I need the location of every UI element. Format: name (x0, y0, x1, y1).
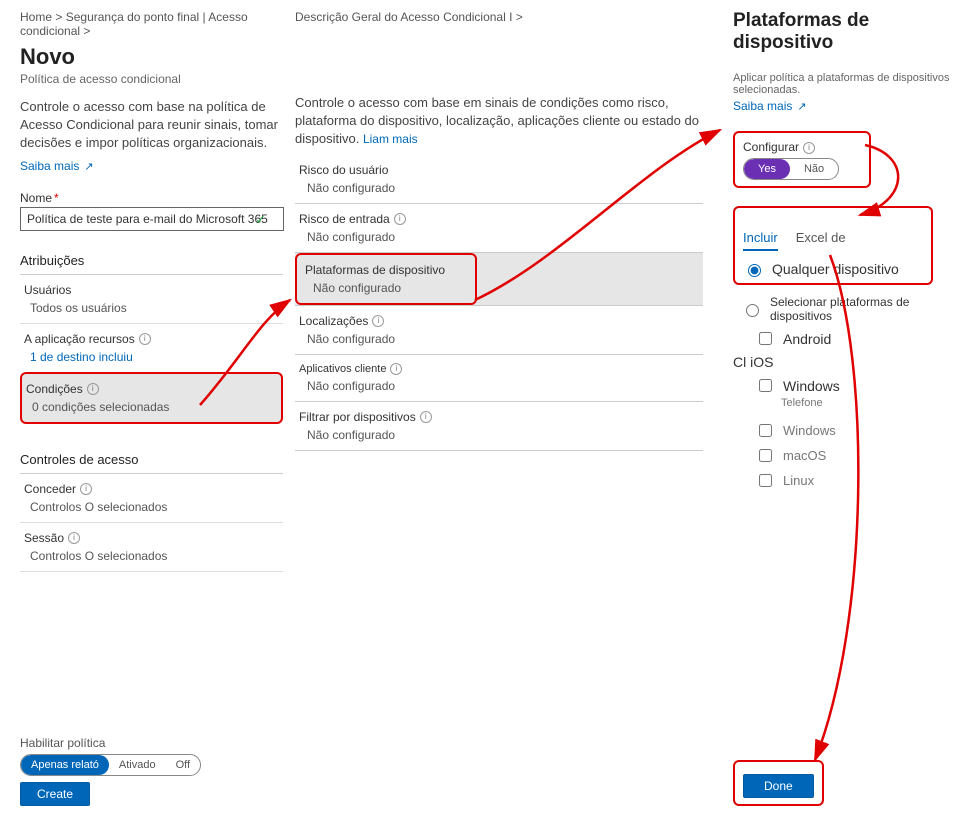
platform-windows: Windows (783, 378, 840, 394)
info-icon[interactable]: i (803, 142, 815, 154)
access-controls-heading: Controles de acesso (20, 446, 283, 474)
checkbox-macos[interactable] (759, 449, 772, 462)
checkbox-linux[interactable] (759, 474, 772, 487)
platform-phone: Telefone (781, 397, 955, 409)
platform-linux: Linux (783, 473, 814, 488)
configure-no[interactable]: Não (790, 159, 838, 179)
info-icon[interactable]: i (394, 213, 406, 225)
mid-description: Controle o acesso com base em sinais de … (295, 94, 703, 149)
configure-label: Configurari (743, 140, 815, 154)
right-panel-title: Plataformas de dispositivo (733, 10, 955, 54)
policy-name-input[interactable] (20, 207, 284, 231)
external-link-icon: ↗ (794, 101, 806, 113)
locations-row[interactable]: Localizaçõesi Não configurado (295, 306, 703, 355)
toggle-off[interactable]: Off (166, 755, 200, 775)
enable-policy-toggle[interactable]: Apenas relató Ativado Off (20, 754, 201, 776)
platform-windows2: Windows (783, 423, 836, 438)
right-panel-desc: Aplicar política a plataformas de dispos… (733, 72, 955, 96)
external-link-icon: ↗ (81, 161, 93, 173)
platform-android: Android (783, 331, 831, 347)
page-title: Novo (20, 44, 283, 70)
page-subtitle: Política de acesso condicional (20, 72, 283, 86)
create-button[interactable]: Create (20, 782, 90, 806)
info-icon[interactable]: i (420, 411, 432, 423)
users-row[interactable]: Usuários Todos os usuários (20, 275, 283, 324)
toggle-on[interactable]: Ativado (109, 755, 166, 775)
tab-include[interactable]: Incluir (743, 230, 778, 251)
done-button[interactable]: Done (743, 774, 814, 798)
checkbox-android[interactable] (759, 332, 772, 345)
name-label: Nome* (20, 191, 283, 205)
client-apps-row[interactable]: Aplicativos clientei Não configurado (295, 355, 703, 402)
breadcrumb-cond: Descrição Geral do Acesso Condicional I … (295, 10, 703, 24)
configure-toggle[interactable]: Yes Não (743, 158, 839, 180)
platform-cl-ios: Cl iOS (733, 354, 773, 370)
breadcrumb: Home > Segurança do ponto final | Acesso… (20, 10, 283, 38)
device-platforms-row[interactable]: Plataformas de dispositivo Não configura… (295, 253, 703, 306)
assignments-heading: Atribuições (20, 247, 283, 275)
configure-yes[interactable]: Yes (744, 159, 790, 179)
info-icon[interactable]: i (139, 333, 151, 345)
tab-exclude[interactable]: Excel de (796, 230, 846, 251)
info-icon[interactable]: i (87, 383, 99, 395)
info-icon[interactable]: i (372, 315, 384, 327)
apps-row[interactable]: A aplicação recursosi 1 de destino inclu… (20, 324, 283, 372)
checkbox-windows[interactable] (759, 379, 772, 392)
checkbox-windows2[interactable] (759, 424, 772, 437)
toggle-report-only[interactable]: Apenas relató (21, 755, 109, 775)
learn-more-link-right[interactable]: Saiba mais ↗ (733, 99, 807, 113)
filter-devices-row[interactable]: Filtrar por dispositivosi Não configurad… (295, 402, 703, 451)
platform-macos: macOS (783, 448, 826, 463)
radio-select-platforms[interactable] (746, 304, 759, 317)
enable-policy-label: Habilitar política (20, 736, 201, 750)
left-description: Controle o acesso com base na política d… (20, 98, 283, 153)
grant-row[interactable]: Concederi Controlos O selecionados (20, 474, 283, 523)
user-risk-row[interactable]: Risco do usuário Não configurado (295, 155, 703, 204)
learn-more-link[interactable]: Saiba mais ↗ (20, 159, 283, 173)
learn-more-link-mid[interactable]: Liam mais (363, 131, 418, 148)
info-icon[interactable]: i (390, 363, 402, 375)
radio-any-device[interactable] (748, 264, 761, 277)
conditions-row[interactable]: Condiçõesi 0 condições selecionadas (20, 372, 283, 424)
crumb-home[interactable]: Home (20, 10, 52, 24)
radio-select-platforms-label: Selecionar plataformas de dispositivos (770, 295, 955, 323)
info-icon[interactable]: i (80, 483, 92, 495)
check-icon: ✓ (255, 212, 266, 228)
info-icon[interactable]: i (68, 532, 80, 544)
radio-any-device-label: Qualquer dispositivo (772, 261, 899, 277)
session-row[interactable]: Sessãoi Controlos O selecionados (20, 523, 283, 572)
signin-risk-row[interactable]: Risco de entradai Não configurado (295, 204, 703, 253)
